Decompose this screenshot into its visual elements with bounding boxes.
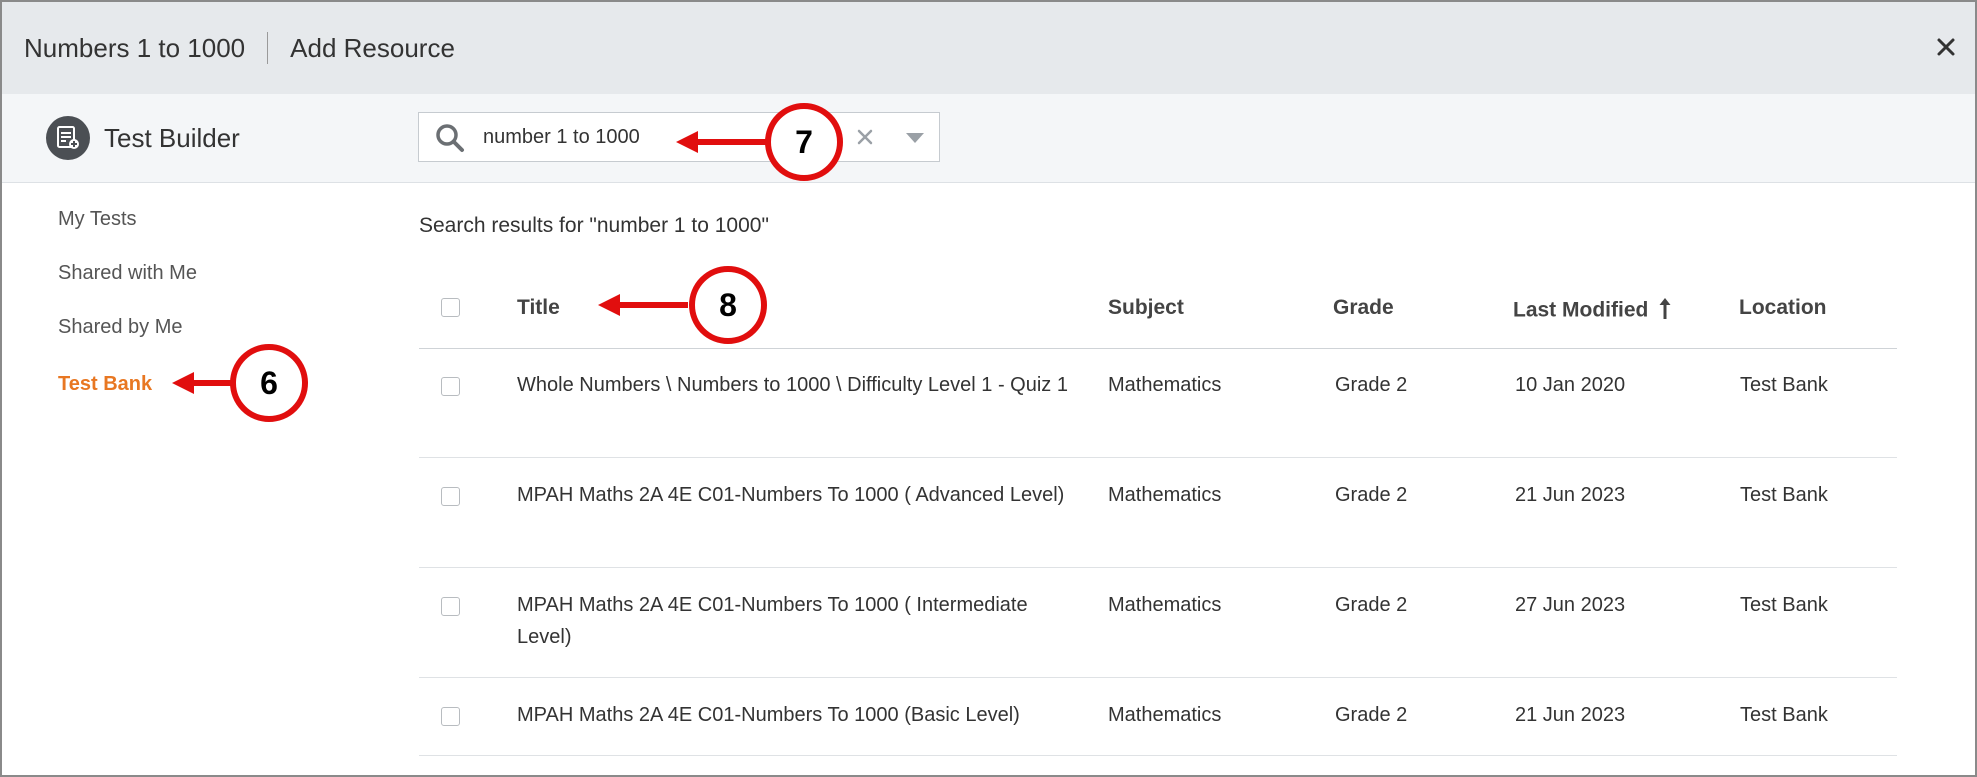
table-row[interactable]: Whole Numbers \ Numbers to 1000 \ Diffic…	[419, 349, 1897, 458]
dialog-title-group: Numbers 1 to 1000 Add Resource	[24, 2, 455, 94]
clear-search-button[interactable]	[853, 125, 877, 149]
sidebar-item-test-bank[interactable]: Test Bank	[58, 373, 152, 396]
dropdown-caret-icon	[906, 133, 924, 143]
callout-7-arrow	[676, 131, 770, 153]
row-title[interactable]: MPAH Maths 2A 4E C01-Numbers To 1000 ( A…	[517, 479, 1077, 511]
row-title[interactable]: Whole Numbers \ Numbers to 1000 \ Diffic…	[517, 369, 1077, 401]
row-title[interactable]: MPAH Maths 2A 4E C01-Numbers To 1000 ( I…	[517, 589, 1077, 653]
close-button[interactable]	[1929, 30, 1963, 64]
callout-8-arrow	[598, 294, 688, 316]
app-name: Test Builder	[104, 122, 240, 153]
row-last-modified: 21 Jun 2023	[1515, 704, 1626, 726]
dialog-title: Add Resource	[290, 32, 455, 63]
sidebar-item-shared-with-me[interactable]: Shared with Me	[58, 262, 197, 285]
row-location: Test Bank	[1740, 704, 1828, 726]
toolbar: Test Builder	[2, 94, 1975, 183]
search-icon	[436, 124, 464, 152]
callout-8: 8	[689, 266, 767, 344]
row-title[interactable]: MPAH Maths 2A 4E C01-Numbers To 1000 (Ba…	[517, 699, 1137, 731]
row-grade: Grade 2	[1335, 594, 1408, 616]
column-header-last-modified[interactable]: Last Modified	[1513, 296, 1672, 326]
callout-6: 6	[230, 344, 308, 422]
sidebar-item-my-tests[interactable]: My Tests	[58, 208, 137, 231]
row-subject: Mathematics	[1108, 374, 1222, 396]
clear-icon	[857, 129, 873, 145]
row-subject: Mathematics	[1108, 484, 1222, 506]
column-header-title[interactable]: Title	[517, 296, 560, 320]
row-checkbox[interactable]	[441, 487, 460, 506]
row-subject: Mathematics	[1108, 594, 1222, 616]
row-last-modified: 21 Jun 2023	[1515, 484, 1626, 506]
app-brand: Test Builder	[46, 114, 240, 162]
search-options-dropdown[interactable]	[903, 129, 927, 147]
add-resource-dialog: Numbers 1 to 1000 Add Resource Test Buil…	[0, 0, 1977, 777]
table-row[interactable]: MPAH Maths 2A 4E C01-Numbers To 1000 ( A…	[419, 459, 1897, 568]
row-grade: Grade 2	[1335, 704, 1408, 726]
resource-title: Numbers 1 to 1000	[24, 32, 246, 63]
close-icon	[1937, 38, 1955, 56]
test-builder-icon	[46, 116, 90, 160]
sidebar-item-shared-by-me[interactable]: Shared by Me	[58, 316, 183, 339]
column-header-last-modified-label: Last Modified	[1513, 298, 1649, 322]
dialog-titlebar: Numbers 1 to 1000 Add Resource	[2, 2, 1975, 95]
row-checkbox[interactable]	[441, 377, 460, 396]
row-grade: Grade 2	[1335, 374, 1408, 396]
row-subject: Mathematics	[1108, 704, 1222, 726]
search-results-heading: Search results for "number 1 to 1000"	[419, 214, 769, 237]
row-checkbox[interactable]	[441, 707, 460, 726]
callout-6-arrow	[172, 372, 236, 394]
row-last-modified: 27 Jun 2023	[1515, 594, 1626, 616]
row-location: Test Bank	[1740, 484, 1828, 506]
title-separator	[267, 32, 269, 64]
callout-7: 7	[765, 103, 843, 181]
column-header-location[interactable]: Location	[1739, 296, 1827, 320]
row-location: Test Bank	[1740, 594, 1828, 616]
select-all-checkbox[interactable]	[441, 298, 460, 317]
row-grade: Grade 2	[1335, 484, 1408, 506]
row-location: Test Bank	[1740, 374, 1828, 396]
table-row[interactable]: MPAH Maths 2A 4E C01-Numbers To 1000 (Ba…	[419, 679, 1897, 756]
row-checkbox[interactable]	[441, 597, 460, 616]
row-last-modified: 10 Jan 2020	[1515, 374, 1626, 396]
column-header-subject[interactable]: Subject	[1108, 296, 1184, 320]
table-row[interactable]: MPAH Maths 2A 4E C01-Numbers To 1000 ( I…	[419, 569, 1897, 678]
sort-arrow-up-icon	[1658, 296, 1672, 326]
column-header-grade[interactable]: Grade	[1333, 296, 1394, 320]
